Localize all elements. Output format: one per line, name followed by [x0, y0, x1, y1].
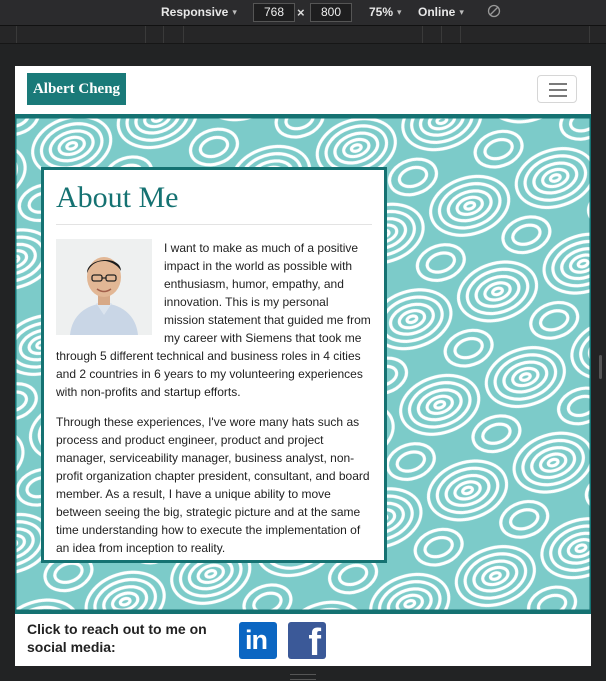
linkedin-glyph: in: [245, 625, 268, 655]
linkedin-icon[interactable]: in: [239, 622, 277, 659]
brand-logo[interactable]: Albert Cheng: [27, 73, 126, 105]
about-heading: About Me: [56, 180, 372, 225]
profile-photo-image: [56, 239, 152, 335]
chevron-down-icon: ▾: [232, 6, 237, 17]
zoom-dropdown[interactable]: 75% ▾: [369, 5, 402, 19]
rotate-icon[interactable]: [487, 4, 501, 18]
hamburger-line: [549, 89, 567, 91]
network-throttle-dropdown[interactable]: Online ▾: [418, 5, 464, 19]
viewport-height-input[interactable]: 800: [310, 3, 352, 22]
resize-handle-bottom[interactable]: [290, 674, 316, 680]
hamburger-line: [549, 95, 567, 97]
device-mode-dropdown[interactable]: Responsive ▾: [161, 5, 237, 19]
chevron-down-icon: ▾: [397, 6, 402, 17]
hamburger-menu-button[interactable]: [537, 75, 577, 103]
navbar: Albert Cheng: [15, 66, 591, 117]
chevron-down-icon: ▾: [459, 6, 464, 17]
emulated-page: Albert Cheng About Me I want to make as …: [15, 66, 591, 666]
device-mode-label: Responsive: [161, 5, 229, 19]
media-query-ruler[interactable]: [0, 26, 606, 44]
footer: Click to reach out to me on social media…: [15, 614, 591, 666]
profile-photo: [56, 239, 152, 335]
zoom-label: 75%: [369, 5, 394, 19]
facebook-icon[interactable]: f: [288, 622, 326, 664]
devtools-device-toolbar: Responsive ▾ 768 × 800 75% ▾ Online ▾: [0, 0, 606, 26]
about-paragraph-2: Through these experiences, I've wore man…: [56, 415, 370, 555]
viewport-width-input[interactable]: 768: [253, 3, 295, 22]
dimension-separator: ×: [297, 5, 305, 20]
resize-handle-right[interactable]: [599, 355, 602, 379]
hamburger-menu-icon: [549, 83, 567, 85]
facebook-glyph: f: [308, 622, 321, 664]
about-body: I want to make as much of a positive imp…: [56, 239, 372, 557]
about-me-card: About Me I want to make as much of a pos…: [41, 167, 387, 563]
social-media-text: Click to reach out to me on social media…: [27, 621, 207, 655]
network-label: Online: [418, 5, 456, 19]
